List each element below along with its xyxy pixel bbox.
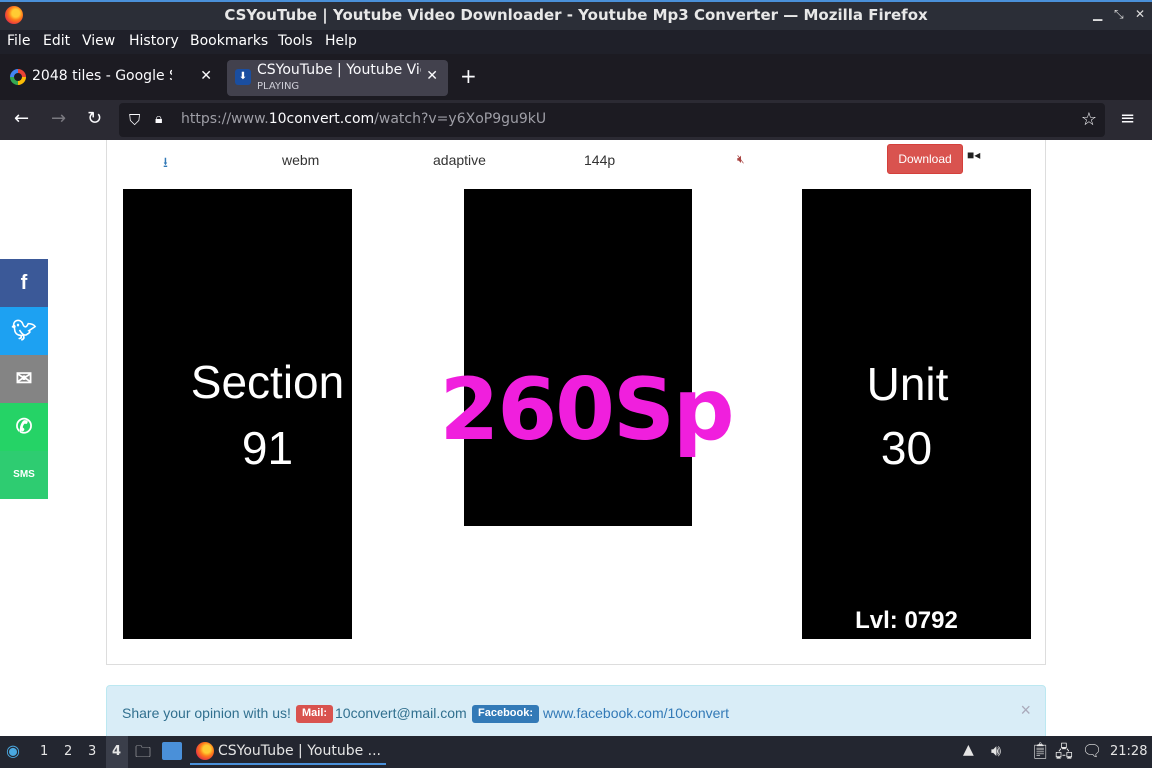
tab-bar: 2048 tiles - Google Search ✕ ⬇ CSYouTube… (0, 54, 1152, 100)
tab-label: CSYouTube | Youtube Video Downloader (257, 62, 421, 78)
section-number: 91 (241, 422, 294, 474)
tab-csyoutube[interactable]: ⬇ CSYouTube | Youtube Video Downloader P… (227, 60, 448, 96)
speed-overlay-text: 260Sp (439, 360, 734, 460)
menu-tools[interactable]: Tools (278, 33, 313, 49)
navigation-bar: ← → ↻ ⛉ 🔒︎ https://www.10convert.com/wat… (0, 100, 1152, 140)
workspace-3[interactable]: 3 (88, 744, 96, 759)
network-icon[interactable]: 🖧 (1055, 741, 1073, 768)
tab-google-search[interactable]: 2048 tiles - Google Search ✕ (0, 60, 222, 96)
download-icon[interactable]: ⭳ (163, 152, 168, 176)
restore-icon[interactable]: ⤡ (1114, 7, 1124, 22)
notification-icon[interactable]: 🗨︎ (1082, 741, 1102, 760)
app-menu-icon[interactable]: ≡ (1120, 108, 1135, 129)
quality-cell: 144p (584, 152, 616, 168)
page-content: ⭳ webm adaptive 144p 🔇︎ Download ■◂ Sect… (0, 140, 1152, 736)
taskbar-window-label: CSYouTube | Youtube ... (218, 743, 382, 759)
table-row: ⭳ webm adaptive 144p 🔇︎ Download ■◂ (107, 140, 1045, 178)
minimize-icon[interactable]: ▁ (1093, 7, 1102, 21)
type-cell: adaptive (433, 152, 486, 168)
email-share-icon[interactable]: ✉ (0, 355, 48, 403)
download-button[interactable]: Download (887, 144, 963, 174)
window-titlebar: CSYouTube | Youtube Video Downloader - Y… (0, 0, 1152, 30)
feedback-alert: Share your opinion with us! Mail: 10conv… (106, 685, 1046, 736)
video-panel-right[interactable]: Unit 30 Lvl: 0792 (802, 189, 1031, 639)
facebook-badge: Facebook: (472, 705, 540, 723)
clock: 21:28 (1110, 744, 1148, 759)
menu-view[interactable]: View (82, 33, 115, 49)
close-alert-icon[interactable]: × (1020, 700, 1031, 721)
video-camera-icon: ■◂ (967, 148, 981, 162)
taskbar-firefox-window[interactable]: CSYouTube | Youtube ... (190, 739, 386, 765)
level-label: Lvl: 0792 (855, 607, 958, 634)
taskbar: ◉ 1 2 3 4 🗀︎ CSYouTube | Youtube ... ▲ 🔊… (0, 736, 1152, 768)
url-bar[interactable]: ⛉ 🔒︎ https://www.10convert.com/watch?v=y… (119, 103, 1105, 137)
mail-address[interactable]: 10convert@mail.com (335, 705, 467, 721)
url-text[interactable]: https://www.10convert.com/watch?v=y6XoP9… (181, 111, 546, 127)
close-tab-icon[interactable]: ✕ (200, 68, 212, 84)
video-panel-center[interactable] (464, 189, 692, 526)
shield-icon[interactable]: ⛉ (129, 111, 140, 129)
tab-playing-status: PLAYING (257, 81, 300, 92)
close-window-icon[interactable]: ✕ (1135, 7, 1145, 21)
firefox-icon (196, 742, 214, 760)
start-menu-icon[interactable]: ◉ (6, 741, 20, 760)
sms-share-icon[interactable]: SMS (0, 451, 48, 499)
volume-icon[interactable]: 🔊︎ (991, 741, 1001, 761)
whatsapp-share-icon[interactable]: ✆ (0, 403, 48, 451)
workspace-1[interactable]: 1 (40, 744, 48, 759)
video-panel-left[interactable]: Section 91 (123, 189, 352, 639)
reload-icon[interactable]: ↻ (87, 108, 102, 129)
new-tab-icon[interactable]: + (460, 64, 477, 88)
muted-audio-icon: 🔇︎ (737, 152, 745, 166)
google-icon (10, 69, 26, 85)
forward-icon[interactable]: → (51, 108, 66, 129)
desktop-icon[interactable] (162, 742, 182, 760)
clipboard-icon[interactable]: 📋︎ (1030, 741, 1050, 760)
lock-icon[interactable]: 🔒︎ (155, 111, 162, 127)
menu-bookmarks[interactable]: Bookmarks (190, 33, 268, 49)
menu-file[interactable]: File (7, 33, 30, 49)
tab-label: 2048 tiles - Google Search (32, 68, 172, 84)
menu-edit[interactable]: Edit (43, 33, 70, 49)
alert-text: Share your opinion with us! (122, 705, 291, 721)
unit-number: 30 (880, 422, 933, 474)
facebook-share-icon[interactable]: f (0, 259, 48, 307)
close-tab-icon[interactable]: ✕ (426, 68, 438, 84)
csyoutube-icon: ⬇ (235, 69, 251, 85)
file-manager-icon[interactable]: 🗀︎ (135, 741, 151, 768)
unit-label: Unit (866, 358, 949, 410)
formats-card: ⭳ webm adaptive 144p 🔇︎ Download ■◂ Sect… (106, 140, 1046, 665)
window-title: CSYouTube | Youtube Video Downloader - Y… (224, 6, 928, 24)
workspace-4[interactable]: 4 (112, 744, 121, 759)
menu-bar: File Edit View History Bookmarks Tools H… (0, 30, 1152, 54)
bookmark-star-icon[interactable]: ☆ (1081, 109, 1097, 130)
mail-badge: Mail: (296, 705, 334, 723)
section-label: Section (190, 356, 345, 408)
tray-arrow-icon[interactable]: ▲ (963, 742, 974, 758)
facebook-link[interactable]: www.facebook.com/10convert (543, 705, 729, 721)
back-icon[interactable]: ← (14, 108, 29, 129)
twitter-share-icon[interactable]: 🐦︎ (0, 307, 48, 355)
menu-history[interactable]: History (129, 33, 179, 49)
menu-help[interactable]: Help (325, 33, 357, 49)
format-cell: webm (282, 152, 320, 168)
workspace-2[interactable]: 2 (64, 744, 72, 759)
